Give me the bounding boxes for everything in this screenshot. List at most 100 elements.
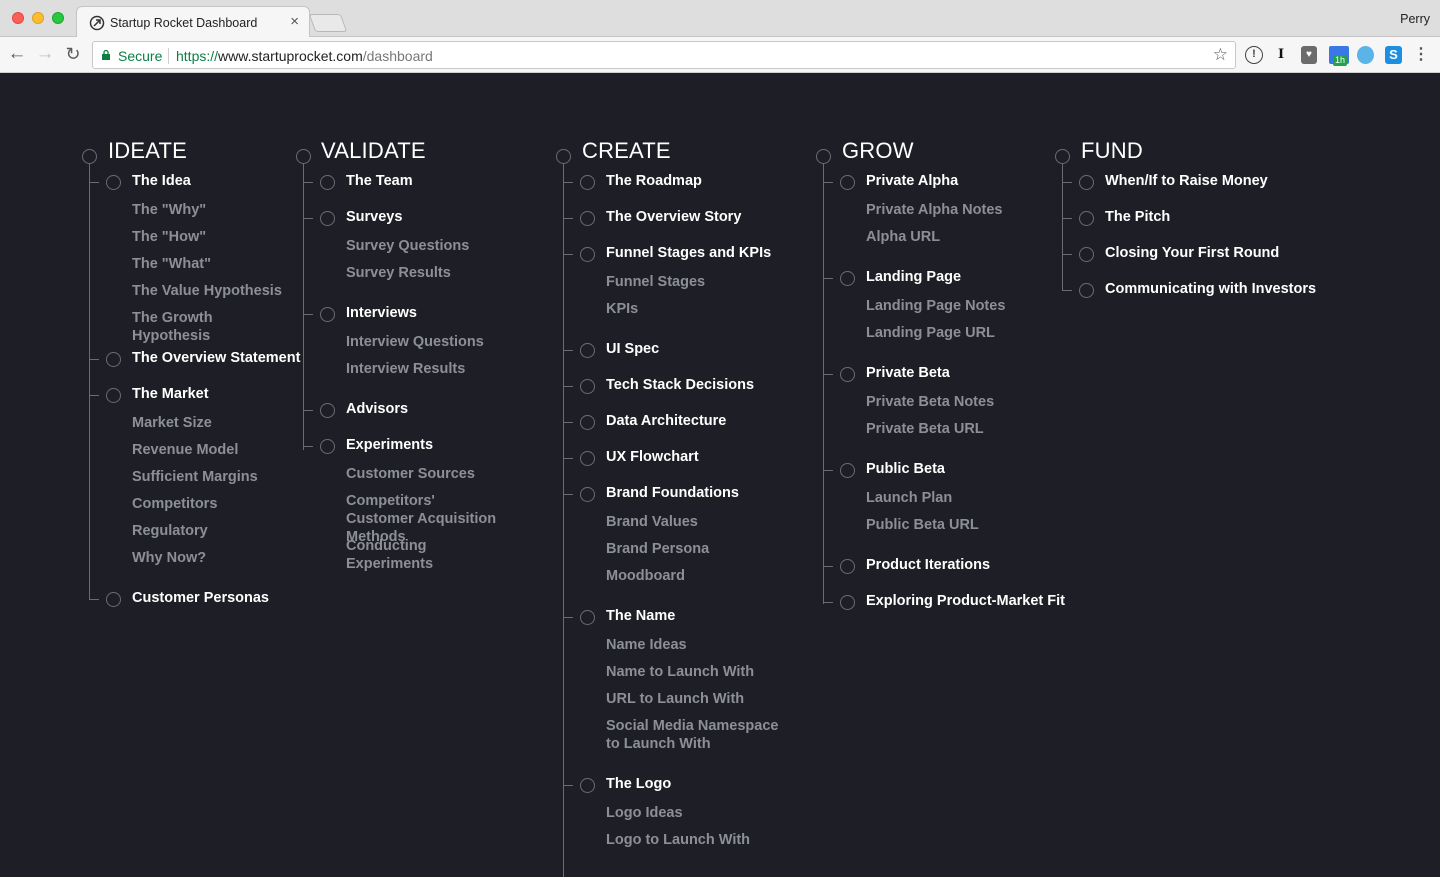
- roadmap-subitem[interactable]: Customer Sources: [346, 465, 506, 483]
- roadmap-item[interactable]: The Team: [346, 173, 413, 189]
- close-tab-icon[interactable]: ×: [290, 14, 299, 29]
- roadmap-subitem[interactable]: Alpha URL: [866, 228, 1046, 246]
- item-status-circle-icon[interactable]: [580, 175, 595, 190]
- item-status-circle-icon[interactable]: [580, 451, 595, 466]
- pocket-extension-icon[interactable]: ♥: [1301, 46, 1317, 64]
- item-status-circle-icon[interactable]: [840, 463, 855, 478]
- close-window-button[interactable]: [12, 12, 24, 24]
- roadmap-subitem[interactable]: Brand Values: [606, 513, 786, 531]
- roadmap-item[interactable]: UX Flowchart: [606, 449, 699, 465]
- roadmap-item[interactable]: Tech Stack Decisions: [606, 377, 754, 393]
- roadmap-subitem[interactable]: Private Beta Notes: [866, 393, 1046, 411]
- roadmap-subitem[interactable]: The Value Hypothesis: [132, 282, 292, 300]
- roadmap-item[interactable]: Public Beta: [866, 461, 945, 477]
- roadmap-subitem[interactable]: Moodboard: [606, 567, 786, 585]
- back-arrow-icon[interactable]: ←: [6, 43, 28, 65]
- item-status-circle-icon[interactable]: [580, 487, 595, 502]
- roadmap-item[interactable]: The Roadmap: [606, 173, 702, 189]
- roadmap-item[interactable]: Surveys: [346, 209, 402, 225]
- roadmap-subitem[interactable]: Logo to Launch With: [606, 831, 786, 849]
- item-status-circle-icon[interactable]: [1079, 175, 1094, 190]
- roadmap-item[interactable]: UI Spec: [606, 341, 659, 357]
- roadmap-subitem[interactable]: Interview Questions: [346, 333, 506, 351]
- roadmap-item[interactable]: Advisors: [346, 401, 408, 417]
- roadmap-subitem[interactable]: Conducting Experiments: [346, 537, 506, 573]
- roadmap-subitem[interactable]: Interview Results: [346, 360, 506, 378]
- roadmap-subitem[interactable]: The "Why": [132, 201, 292, 219]
- roadmap-item[interactable]: When/If to Raise Money: [1105, 173, 1268, 189]
- item-status-circle-icon[interactable]: [580, 415, 595, 430]
- roadmap-subitem[interactable]: Landing Page URL: [866, 324, 1046, 342]
- roadmap-item[interactable]: Closing Your First Round: [1105, 245, 1279, 261]
- roadmap-item[interactable]: Communicating with Investors: [1105, 281, 1316, 297]
- roadmap-subitem[interactable]: Name Ideas: [606, 636, 786, 654]
- reload-icon[interactable]: ↻: [62, 43, 84, 65]
- forward-arrow-icon[interactable]: →: [34, 43, 56, 65]
- roadmap-subitem[interactable]: The "How": [132, 228, 292, 246]
- roadmap-item[interactable]: The Market: [132, 386, 209, 402]
- roadmap-subitem[interactable]: Logo Ideas: [606, 804, 786, 822]
- roadmap-subitem[interactable]: Private Beta URL: [866, 420, 1046, 438]
- url-text[interactable]: https://www.startuprocket.com/dashboard: [176, 48, 433, 64]
- bookmark-star-icon[interactable]: ☆: [1213, 45, 1228, 65]
- roadmap-item[interactable]: The Overview Story: [606, 209, 741, 225]
- item-status-circle-icon[interactable]: [320, 307, 335, 322]
- roadmap-item[interactable]: The Name: [606, 608, 675, 624]
- roadmap-item[interactable]: The Logo: [606, 776, 671, 792]
- roadmap-item[interactable]: Landing Page: [866, 269, 961, 285]
- roadmap-item[interactable]: Customer Personas: [132, 590, 269, 606]
- roadmap-item[interactable]: Interviews: [346, 305, 417, 321]
- item-status-circle-icon[interactable]: [1079, 211, 1094, 226]
- roadmap-item[interactable]: Private Beta: [866, 365, 950, 381]
- item-status-circle-icon[interactable]: [840, 595, 855, 610]
- zoom-window-button[interactable]: [52, 12, 64, 24]
- roadmap-item[interactable]: Private Alpha: [866, 173, 958, 189]
- address-bar[interactable]: Secure https://www.startuprocket.com/das…: [92, 41, 1236, 69]
- roadmap-item[interactable]: Experiments: [346, 437, 433, 453]
- minimize-window-button[interactable]: [32, 12, 44, 24]
- instapaper-extension-icon[interactable]: I: [1273, 46, 1289, 64]
- roadmap-subitem[interactable]: The Growth Hypothesis: [132, 309, 292, 345]
- roadmap-item[interactable]: Exploring Product-Market Fit: [866, 593, 1065, 609]
- item-status-circle-icon[interactable]: [320, 403, 335, 418]
- item-status-circle-icon[interactable]: [840, 271, 855, 286]
- item-status-circle-icon[interactable]: [580, 211, 595, 226]
- new-tab-button[interactable]: [308, 14, 348, 32]
- roadmap-item[interactable]: The Pitch: [1105, 209, 1170, 225]
- item-status-circle-icon[interactable]: [840, 175, 855, 190]
- item-status-circle-icon[interactable]: [106, 592, 121, 607]
- item-status-circle-icon[interactable]: [580, 778, 595, 793]
- item-status-circle-icon[interactable]: [106, 352, 121, 367]
- roadmap-subitem[interactable]: Landing Page Notes: [866, 297, 1046, 315]
- skype-extension-icon[interactable]: S: [1385, 46, 1402, 64]
- item-status-circle-icon[interactable]: [840, 559, 855, 574]
- info-extension-icon[interactable]: !: [1245, 46, 1263, 64]
- profile-name[interactable]: Perry: [1400, 12, 1430, 26]
- item-status-circle-icon[interactable]: [580, 379, 595, 394]
- item-status-circle-icon[interactable]: [1079, 247, 1094, 262]
- roadmap-item[interactable]: Funnel Stages and KPIs: [606, 245, 771, 261]
- roadmap-subitem[interactable]: Funnel Stages: [606, 273, 786, 291]
- roadmap-item[interactable]: The Overview Statement: [132, 350, 300, 366]
- roadmap-subitem[interactable]: Name to Launch With: [606, 663, 786, 681]
- item-status-circle-icon[interactable]: [840, 367, 855, 382]
- roadmap-subitem[interactable]: Public Beta URL: [866, 516, 1046, 534]
- roadmap-item[interactable]: The Idea: [132, 173, 191, 189]
- globe-extension-icon[interactable]: [1357, 46, 1374, 64]
- roadmap-subitem[interactable]: Survey Results: [346, 264, 506, 282]
- roadmap-subitem[interactable]: Competitors: [132, 495, 292, 513]
- roadmap-subitem[interactable]: KPIs: [606, 300, 786, 318]
- item-status-circle-icon[interactable]: [580, 247, 595, 262]
- item-status-circle-icon[interactable]: [320, 175, 335, 190]
- roadmap-subitem[interactable]: Revenue Model: [132, 441, 292, 459]
- roadmap-item[interactable]: Product Iterations: [866, 557, 990, 573]
- roadmap-subitem[interactable]: URL to Launch With: [606, 690, 786, 708]
- roadmap-subitem[interactable]: Brand Persona: [606, 540, 786, 558]
- roadmap-subitem[interactable]: Launch Plan: [866, 489, 1046, 507]
- item-status-circle-icon[interactable]: [106, 388, 121, 403]
- item-status-circle-icon[interactable]: [106, 175, 121, 190]
- item-status-circle-icon[interactable]: [580, 610, 595, 625]
- roadmap-subitem[interactable]: Regulatory: [132, 522, 292, 540]
- item-status-circle-icon[interactable]: [1079, 283, 1094, 298]
- item-status-circle-icon[interactable]: [320, 439, 335, 454]
